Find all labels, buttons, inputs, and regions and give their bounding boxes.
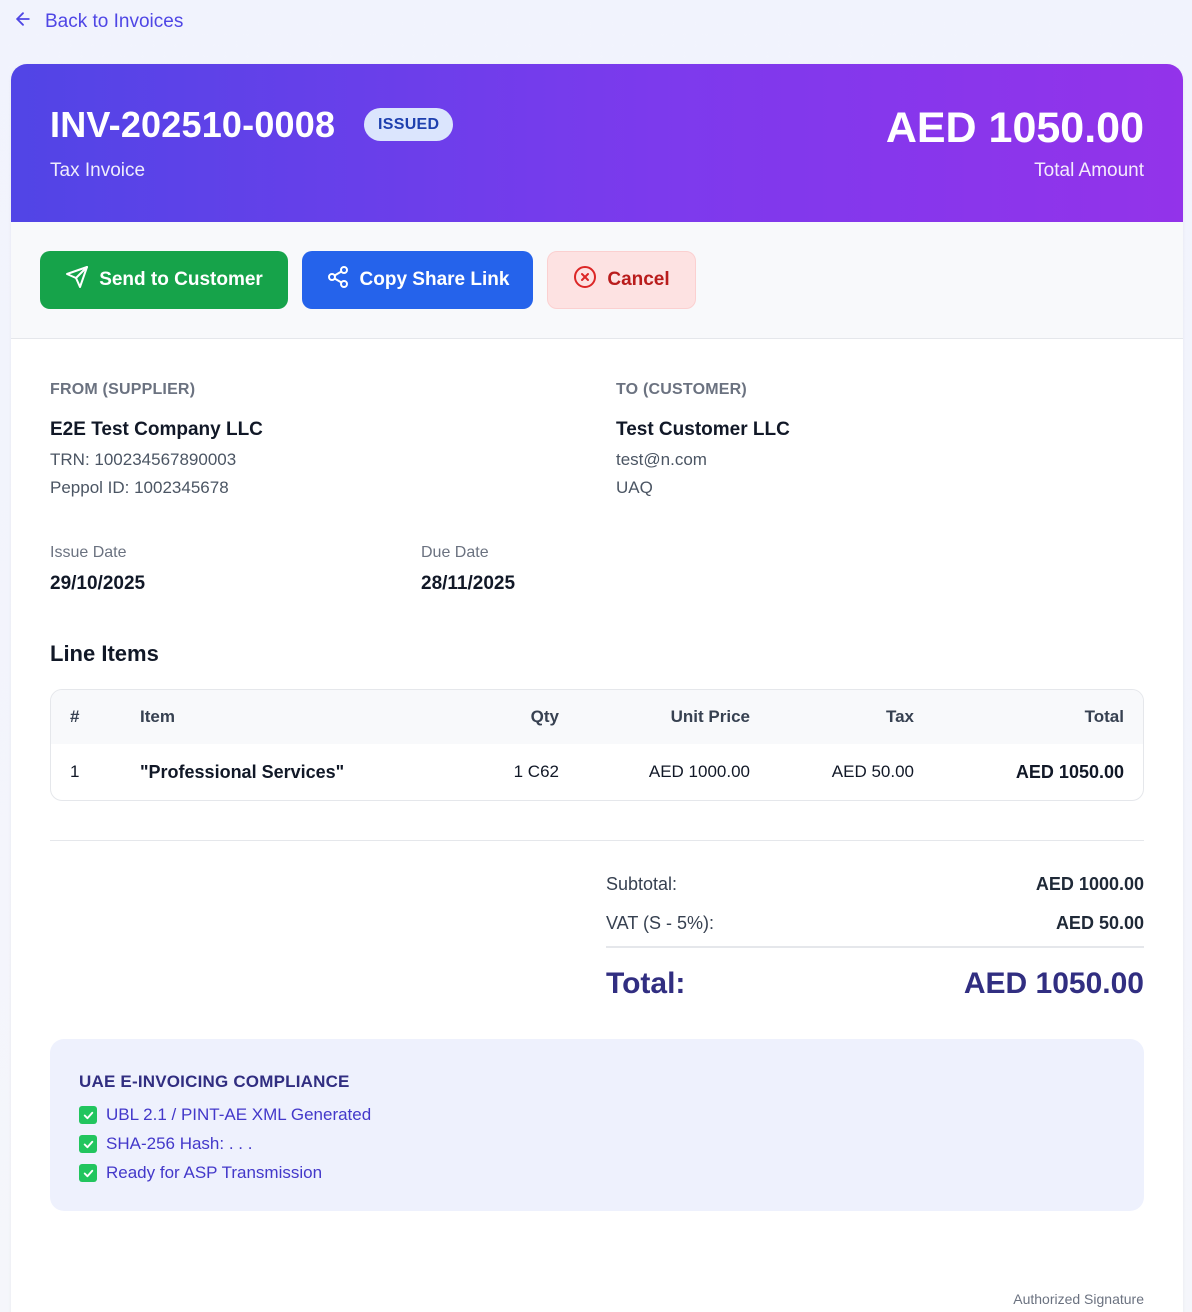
back-link-label: Back to Invoices [45, 11, 184, 32]
copy-button-label: Copy Share Link [359, 269, 510, 290]
row-qty: 1 C62 [513, 762, 559, 781]
due-date-label: Due Date [421, 544, 489, 561]
arrow-left-icon [13, 9, 33, 35]
send-icon [65, 265, 89, 295]
cancel-button-label: Cancel [607, 269, 670, 290]
authorized-signature-label: Authorized Signature [1013, 1291, 1144, 1307]
customer-email: test@n.com [616, 450, 707, 469]
table-row: 1 "Professional Services" 1 C62 AED 1000… [51, 744, 1143, 800]
due-date-value: 28/11/2025 [421, 573, 516, 594]
status-badge: ISSUED [364, 108, 454, 141]
compliance-panel: UAE E-INVOICING COMPLIANCE UBL 2.1 / PIN… [50, 1039, 1144, 1211]
supplier-peppol-id: Peppol ID: 1002345678 [50, 478, 229, 497]
supplier-name: E2E Test Company LLC [50, 419, 263, 440]
row-item-name: "Professional Services" [140, 761, 345, 782]
issue-date-block: Issue Date 29/10/2025 [50, 544, 145, 595]
column-header-qty: Qty [530, 707, 559, 726]
due-date-block: Due Date 28/11/2025 [421, 544, 515, 595]
action-bar: Send to Customer Copy Share Link Cancel [11, 222, 1183, 339]
grand-total-row: Total: AED 1050.00 [606, 967, 1144, 1001]
back-to-invoices-link[interactable]: Back to Invoices [13, 9, 183, 35]
grand-total-value: AED 1050.00 [963, 967, 1144, 1000]
line-items-title: Line Items [50, 641, 159, 666]
document-type: Tax Invoice [50, 160, 146, 181]
supplier-trn: TRN: 100234567890003 [50, 450, 237, 469]
compliance-item: SHA-256 Hash: . . . [79, 1134, 252, 1154]
vat-value: AED 50.00 [1055, 913, 1144, 933]
supplier-block: FROM (SUPPLIER) E2E Test Company LLC TRN… [50, 381, 263, 498]
customer-emirate: UAQ [616, 478, 653, 497]
send-button-label: Send to Customer [99, 269, 263, 290]
customer-label: TO (CUSTOMER) [616, 381, 747, 398]
send-to-customer-button[interactable]: Send to Customer [40, 251, 288, 309]
line-items-table: # Item Qty Unit Price Tax Total 1 "Profe… [50, 689, 1144, 801]
column-header-tax: Tax [885, 707, 914, 726]
subtotal-label: Subtotal: [606, 874, 678, 894]
header-total-amount: AED 1050.00 [885, 104, 1144, 152]
check-box-icon [79, 1164, 97, 1182]
column-header-item: Item [140, 707, 175, 726]
table-header: # Item Qty Unit Price Tax Total [51, 690, 1143, 744]
compliance-item-label: Ready for ASP Transmission [106, 1163, 323, 1182]
check-box-icon [79, 1106, 97, 1124]
cancel-invoice-button[interactable]: Cancel [547, 251, 696, 309]
check-box-icon [79, 1135, 97, 1153]
customer-name: Test Customer LLC [616, 419, 790, 440]
row-unit-price: AED 1000.00 [648, 762, 750, 781]
subtotal-value: AED 1000.00 [1035, 874, 1144, 894]
column-header-total: Total [1084, 707, 1124, 726]
compliance-item: UBL 2.1 / PINT-AE XML Generated [79, 1105, 371, 1125]
issue-date-value: 29/10/2025 [50, 573, 146, 594]
column-header-number: # [70, 707, 80, 726]
header-total-caption: Total Amount [1034, 160, 1144, 181]
vat-label: VAT (S - 5%): [606, 913, 715, 933]
compliance-item-label: UBL 2.1 / PINT-AE XML Generated [106, 1105, 372, 1124]
column-header-unit-price: Unit Price [670, 707, 750, 726]
supplier-label: FROM (SUPPLIER) [50, 381, 196, 398]
vat-row: VAT (S - 5%): AED 50.00 [606, 913, 1144, 934]
issue-date-label: Issue Date [50, 544, 127, 561]
row-tax: AED 50.00 [831, 762, 914, 781]
share-icon [326, 265, 350, 295]
invoice-header: INV-202510-0008 ISSUED Tax Invoice AED 1… [11, 64, 1183, 222]
compliance-item: Ready for ASP Transmission [79, 1163, 322, 1183]
subtotal-row: Subtotal: AED 1000.00 [606, 874, 1144, 895]
compliance-title: UAE E-INVOICING COMPLIANCE [79, 1072, 350, 1091]
totals-divider [50, 840, 1144, 841]
customer-block: TO (CUSTOMER) Test Customer LLC test@n.c… [616, 381, 790, 498]
invoice-card: INV-202510-0008 ISSUED Tax Invoice AED 1… [11, 64, 1183, 1312]
row-total: AED 1050.00 [1015, 761, 1124, 782]
copy-share-link-button[interactable]: Copy Share Link [302, 251, 533, 309]
row-number: 1 [70, 762, 80, 781]
compliance-item-label: SHA-256 Hash: . . . [106, 1134, 253, 1153]
invoice-number: INV-202510-0008 [50, 104, 336, 145]
summary-divider [606, 946, 1144, 948]
x-circle-icon [573, 265, 597, 295]
grand-total-label: Total: [606, 967, 686, 1000]
